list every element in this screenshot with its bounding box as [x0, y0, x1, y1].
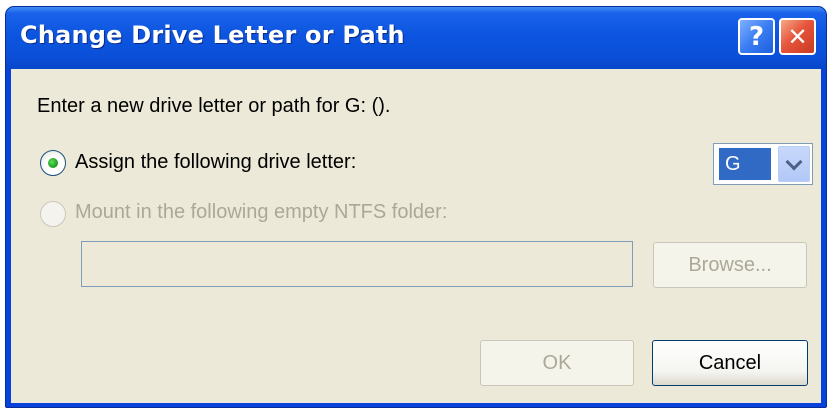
- browse-button[interactable]: Browse...: [653, 242, 807, 288]
- help-icon: ?: [748, 21, 765, 52]
- drive-letter-dropdown[interactable]: G: [713, 143, 813, 185]
- radio-selected-dot: [48, 158, 58, 168]
- dialog-window: Change Drive Letter or Path ? ✕ Enter a …: [5, 6, 827, 408]
- mount-folder-label: Mount in the following empty NTFS folder…: [75, 201, 448, 223]
- ok-button[interactable]: OK: [480, 340, 634, 386]
- assign-letter-label[interactable]: Assign the following drive letter:: [75, 151, 356, 174]
- instruction-text: Enter a new drive letter or path for G: …: [37, 95, 391, 117]
- drive-letter-value: G: [719, 148, 771, 180]
- close-button[interactable]: ✕: [779, 18, 816, 55]
- assign-letter-radio[interactable]: [40, 150, 66, 176]
- close-icon: ✕: [787, 22, 808, 51]
- chevron-down-icon[interactable]: [778, 146, 810, 182]
- folder-path-input[interactable]: [81, 241, 633, 287]
- help-button[interactable]: ?: [738, 18, 775, 55]
- cancel-button[interactable]: Cancel: [652, 340, 808, 386]
- dialog-body: Enter a new drive letter or path for G: …: [11, 69, 821, 403]
- dialog-title: Change Drive Letter or Path: [20, 21, 405, 49]
- title-bar[interactable]: Change Drive Letter or Path ? ✕: [6, 7, 826, 69]
- mount-folder-radio[interactable]: [40, 201, 66, 227]
